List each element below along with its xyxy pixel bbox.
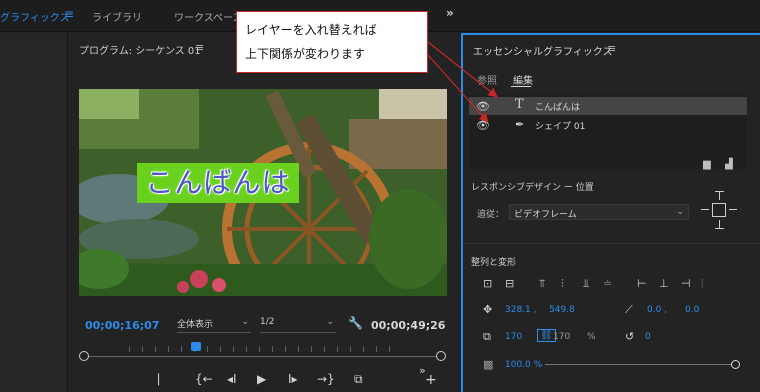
annotation-arrows xyxy=(427,41,498,123)
